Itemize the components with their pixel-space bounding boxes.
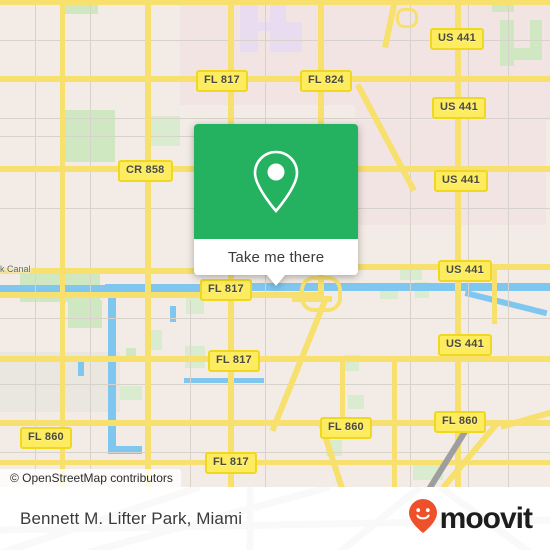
highway-fl-817[interactable] bbox=[0, 76, 550, 82]
highway-top-edge[interactable] bbox=[0, 0, 550, 5]
canal-branch bbox=[184, 378, 264, 383]
highway-connector[interactable] bbox=[340, 356, 345, 420]
park-area bbox=[150, 116, 180, 146]
highway-shield[interactable]: FL 817 bbox=[196, 70, 248, 92]
canal-branch bbox=[108, 286, 116, 386]
highway-shield[interactable]: FL 860 bbox=[434, 411, 486, 433]
place-title: Bennett M. Lifter Park, Miami bbox=[20, 508, 243, 528]
footer-bar: Bennett M. Lifter Park, Miami moovit bbox=[0, 487, 550, 550]
canal bbox=[0, 285, 110, 292]
highway-vertical-4[interactable] bbox=[60, 0, 65, 487]
minor-road bbox=[410, 0, 411, 487]
canal-branch bbox=[108, 380, 116, 454]
location-pin-icon bbox=[248, 147, 304, 217]
highway-shield[interactable]: FL 860 bbox=[320, 417, 372, 439]
highway-shield[interactable]: US 441 bbox=[438, 260, 492, 282]
minor-road bbox=[90, 0, 91, 487]
park-area bbox=[400, 270, 422, 280]
park-area bbox=[120, 386, 142, 400]
highway-ramp[interactable] bbox=[405, 0, 431, 5]
highway-shield[interactable]: US 441 bbox=[434, 170, 488, 192]
moovit-wordmark: moovit bbox=[439, 501, 533, 535]
osm-attribution[interactable]: © OpenStreetMap contributors bbox=[0, 469, 181, 487]
highway-shield[interactable]: US 441 bbox=[438, 334, 492, 356]
minor-road bbox=[508, 0, 509, 487]
moovit-smiley-pin-icon bbox=[408, 498, 438, 539]
canal-branch bbox=[170, 306, 176, 322]
highway-shield[interactable]: FL 817 bbox=[205, 452, 257, 474]
highway-shield[interactable]: FL 860 bbox=[20, 427, 72, 449]
highway-vertical-1[interactable] bbox=[145, 0, 151, 487]
map-viewport[interactable]: US 441 FL 817 FL 824 US 441 CR 858 US 441 FL 8… bbox=[0, 0, 550, 487]
take-me-there-label: Take me there bbox=[227, 248, 325, 266]
highway-shield[interactable]: FL 817 bbox=[200, 279, 252, 301]
minor-road bbox=[0, 136, 200, 137]
take-me-there-button[interactable]: Take me there bbox=[194, 239, 358, 275]
popup-image-area bbox=[194, 124, 358, 239]
park-area bbox=[68, 300, 102, 328]
place-popup-card[interactable]: Take me there bbox=[194, 124, 358, 286]
highway-fl-817-s[interactable] bbox=[0, 292, 320, 298]
highway-loop-ramp[interactable] bbox=[396, 8, 418, 28]
highway-shield[interactable]: FL 817 bbox=[208, 350, 260, 372]
minor-road bbox=[190, 300, 191, 487]
minor-road bbox=[35, 0, 36, 487]
map-feature-label: k Canal bbox=[0, 264, 31, 274]
highway-vertical-5[interactable] bbox=[392, 356, 397, 487]
moovit-map-screenshot: US 441 FL 817 FL 824 US 441 CR 858 US 441 FL 8… bbox=[0, 0, 550, 550]
highway-shield[interactable]: CR 858 bbox=[118, 160, 173, 182]
popup-tail bbox=[267, 275, 285, 286]
landuse-institutional bbox=[286, 26, 302, 52]
highway-fl-817-mid[interactable] bbox=[0, 356, 550, 362]
moovit-brand[interactable]: moovit bbox=[408, 498, 533, 539]
highway-shield[interactable]: US 441 bbox=[430, 28, 484, 50]
highway-shield[interactable]: FL 824 bbox=[300, 70, 352, 92]
park-area bbox=[348, 395, 364, 409]
highway-connector[interactable] bbox=[492, 264, 497, 324]
footer-content: Bennett M. Lifter Park, Miami moovit bbox=[0, 487, 550, 550]
highway-shield[interactable]: US 441 bbox=[432, 97, 486, 119]
